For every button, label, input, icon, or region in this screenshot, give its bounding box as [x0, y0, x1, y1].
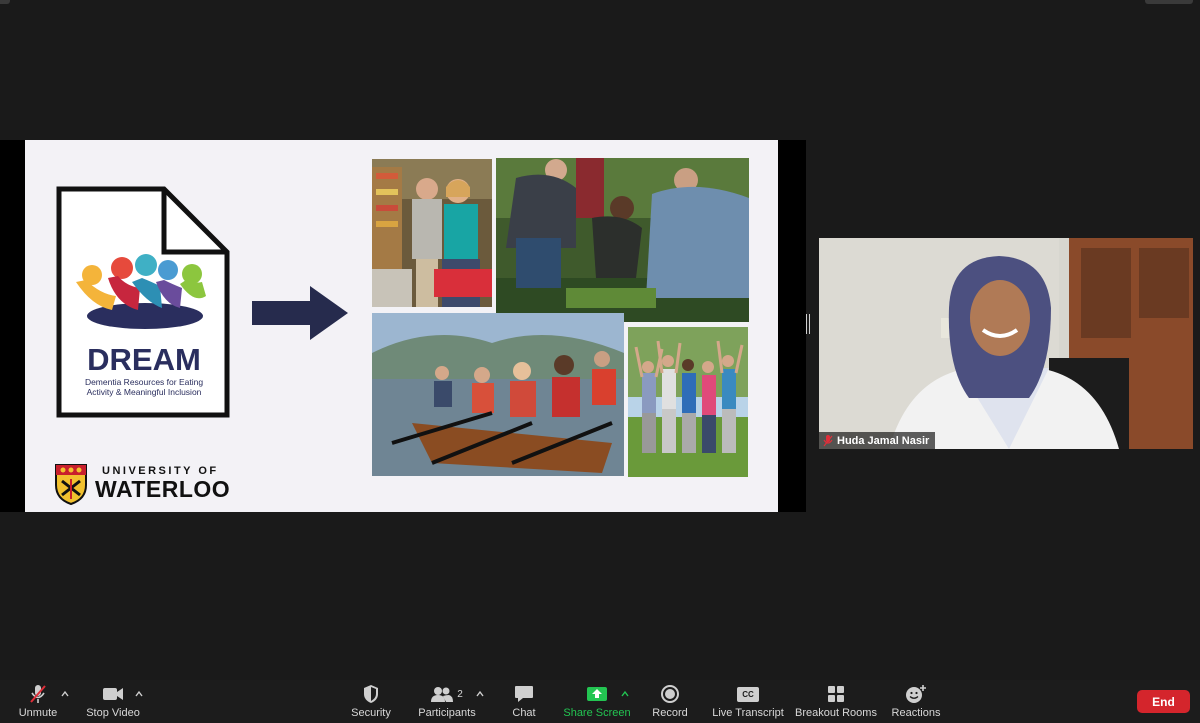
share-screen-icon: [587, 687, 607, 701]
shield-icon: [364, 685, 378, 703]
record-icon: [661, 685, 679, 703]
participants-button[interactable]: 2 Participants: [417, 683, 477, 721]
record-button[interactable]: Record: [651, 683, 689, 721]
group-celebrating-photo: [628, 327, 748, 477]
emoji-plus-icon: [906, 685, 926, 703]
share-screen-label: Share Screen: [563, 707, 631, 719]
end-meeting-button[interactable]: End: [1137, 690, 1190, 713]
security-label: Security: [351, 707, 391, 719]
resize-handle[interactable]: [806, 314, 810, 334]
chevron-up-icon[interactable]: [620, 690, 630, 698]
participants-label: Participants: [418, 707, 476, 719]
breakout-rooms-label: Breakout Rooms: [795, 707, 877, 719]
participant-name-tag: Huda Jamal Nasir: [819, 432, 936, 449]
couple-grocery-photo: [372, 159, 492, 307]
participants-icon: [431, 687, 454, 702]
dream-document-logo: DREAM Dementia Resources for Eating Acti…: [56, 186, 230, 418]
dream-title: DREAM: [87, 342, 201, 377]
chat-label: Chat: [512, 707, 536, 719]
canoe-rowing-photo: [372, 313, 624, 476]
view-options-control[interactable]: [1145, 0, 1193, 4]
participant-video: [819, 238, 1193, 449]
reactions-button[interactable]: Reactions: [891, 683, 941, 721]
breakout-rooms-button[interactable]: Breakout Rooms: [795, 683, 877, 721]
unmute-button[interactable]: Unmute: [15, 683, 61, 721]
live-transcript-button[interactable]: CC Live Transcript: [711, 683, 785, 721]
stop-video-button[interactable]: Stop Video: [84, 683, 142, 721]
chevron-up-icon[interactable]: [475, 690, 485, 698]
window-control-left[interactable]: [0, 0, 10, 4]
video-camera-icon: [103, 688, 123, 700]
waterloo-label: WATERLOO: [95, 476, 231, 502]
record-label: Record: [652, 707, 688, 719]
participants-count: 2: [457, 688, 463, 700]
participant-name: Huda Jamal Nasir: [837, 434, 930, 447]
muted-mic-icon: [823, 434, 833, 446]
live-transcript-label: Live Transcript: [712, 707, 784, 719]
closed-caption-icon: CC: [737, 686, 759, 702]
right-arrow-icon: [252, 286, 348, 340]
chat-button[interactable]: Chat: [509, 683, 539, 721]
security-button[interactable]: Security: [349, 683, 393, 721]
chevron-up-icon[interactable]: [60, 690, 70, 698]
chat-bubble-icon: [515, 686, 533, 702]
muted-mic-icon: [30, 685, 46, 703]
stop-video-label: Stop Video: [86, 707, 140, 719]
dream-subtitle-line2: Activity & Meaningful Inclusion: [87, 387, 202, 397]
dream-subtitle-line1: Dementia Resources for Eating: [85, 377, 203, 387]
unmute-label: Unmute: [18, 707, 58, 719]
chevron-up-icon[interactable]: [134, 690, 144, 698]
grid-icon: [828, 686, 844, 702]
community-garden-photo: [496, 158, 749, 322]
waterloo-crest-icon: [55, 464, 87, 505]
share-screen-button[interactable]: Share Screen: [563, 683, 631, 721]
reactions-label: Reactions: [891, 707, 941, 719]
